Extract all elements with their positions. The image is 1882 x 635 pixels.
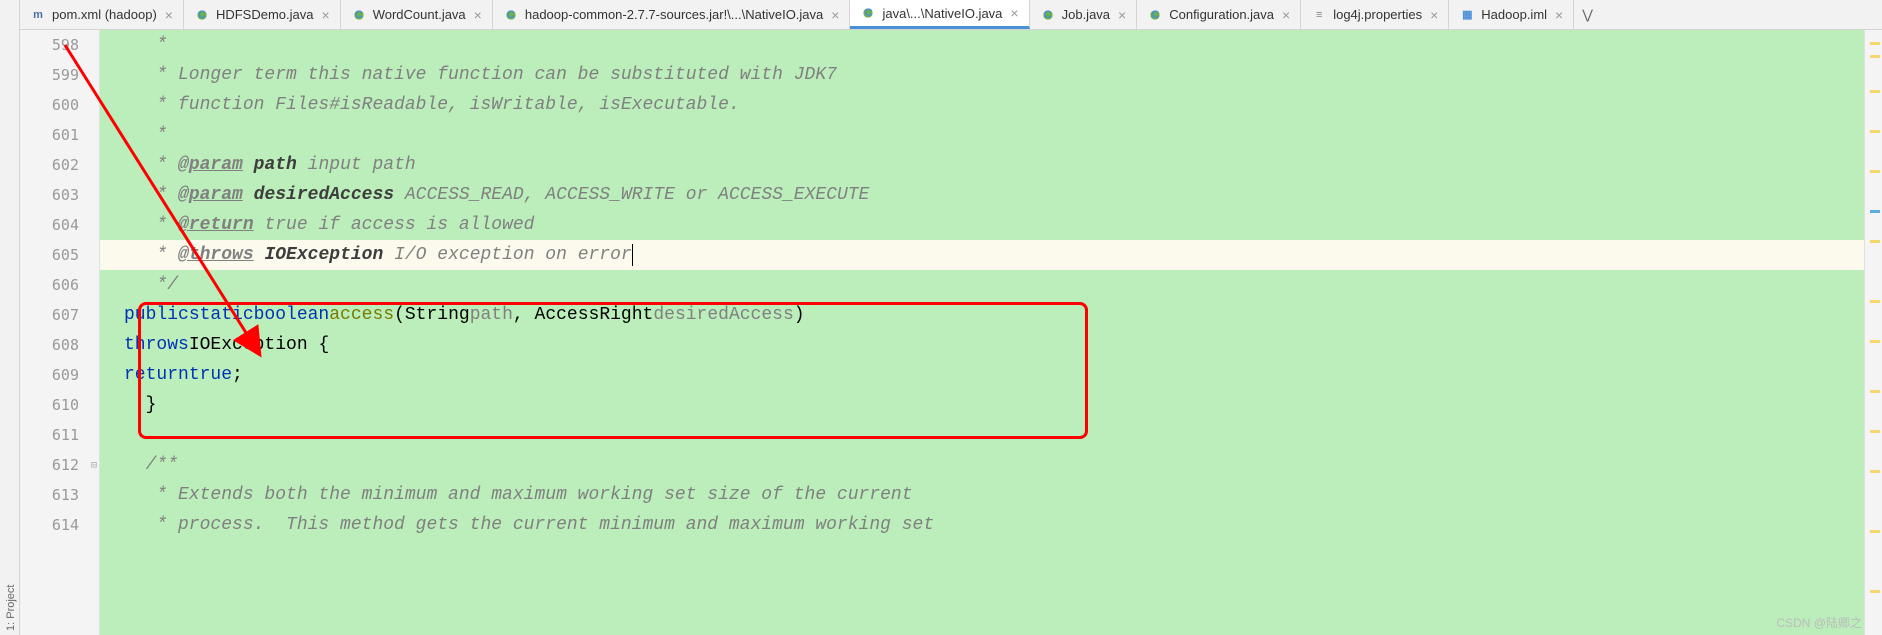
close-icon[interactable]: × [1010, 5, 1018, 21]
file-type-icon: ▦ [1459, 7, 1475, 23]
watermark: CSDN @陆卿之 [1776, 614, 1862, 631]
line-number[interactable]: 608 [20, 330, 99, 360]
line-number[interactable]: 604 [20, 210, 99, 240]
code-area[interactable]: * * Longer term this native function can… [100, 30, 1864, 635]
editor-tab[interactable]: C Job.java × [1030, 0, 1138, 29]
tab-label: java\...\NativeIO.java [882, 6, 1002, 21]
line-number[interactable]: 606 [20, 270, 99, 300]
scroll-marker[interactable] [1870, 42, 1880, 45]
editor-tab[interactable]: Chadoop-common-2.7.7-sources.jar!\...\Na… [493, 0, 851, 29]
code-line[interactable]: throws IOException { [100, 330, 1864, 360]
close-icon[interactable]: × [1430, 7, 1438, 23]
scroll-marker[interactable] [1870, 390, 1880, 393]
close-icon[interactable]: × [1118, 7, 1126, 23]
scroll-marker[interactable] [1870, 300, 1880, 303]
side-tool-structure[interactable]: 2: Structure [0, 10, 3, 635]
scroll-marker[interactable] [1870, 130, 1880, 133]
code-line[interactable]: * process. This method gets the current … [100, 510, 1864, 540]
close-icon[interactable]: × [831, 7, 839, 23]
code-line[interactable]: return true; [100, 360, 1864, 390]
side-tool-bar: 1: Project 2: Structure [0, 0, 20, 635]
scroll-marker-strip[interactable] [1864, 30, 1882, 635]
line-number[interactable]: 610 [20, 390, 99, 420]
editor-area: 5985996006016026036046056066076086096106… [20, 30, 1864, 635]
code-line[interactable]: * function Files#isReadable, isWritable,… [100, 90, 1864, 120]
file-type-icon: C [860, 5, 876, 21]
line-number[interactable]: 611 [20, 420, 99, 450]
tab-label: pom.xml (hadoop) [52, 7, 157, 22]
file-type-icon: C [503, 7, 519, 23]
code-line[interactable]: * [100, 120, 1864, 150]
fold-icon[interactable]: ⊟ [91, 460, 97, 471]
scroll-marker[interactable] [1870, 55, 1880, 58]
code-line[interactable]: } [100, 390, 1864, 420]
code-line[interactable]: * @return true if access is allowed [100, 210, 1864, 240]
tab-label: log4j.properties [1333, 7, 1422, 22]
code-line[interactable]: * @throws IOException I/O exception on e… [100, 240, 1864, 270]
line-number[interactable]: 609 [20, 360, 99, 390]
line-number-gutter: 5985996006016026036046056066076086096106… [20, 30, 100, 635]
file-type-icon: C [1147, 7, 1163, 23]
file-type-icon: m [30, 7, 46, 23]
tab-label: HDFSDemo.java [216, 7, 314, 22]
file-type-icon: ≡ [1311, 7, 1327, 23]
line-number[interactable]: 601 [20, 120, 99, 150]
line-number[interactable]: 602 [20, 150, 99, 180]
scroll-marker[interactable] [1870, 240, 1880, 243]
code-line[interactable]: /** [100, 450, 1864, 480]
tab-label: WordCount.java [373, 7, 466, 22]
code-line[interactable]: * [100, 30, 1864, 60]
code-line[interactable]: * Longer term this native function can b… [100, 60, 1864, 90]
close-icon[interactable]: × [474, 7, 482, 23]
line-number[interactable]: 607 [20, 300, 99, 330]
side-tool-project[interactable]: 1: Project [3, 10, 19, 635]
editor-tab[interactable]: C HDFSDemo.java × [184, 0, 341, 29]
close-icon[interactable]: × [165, 7, 173, 23]
code-line[interactable] [100, 420, 1864, 450]
line-number[interactable]: 613 [20, 480, 99, 510]
editor-tab[interactable]: C Configuration.java × [1137, 0, 1301, 29]
line-number[interactable]: 598 [20, 30, 99, 60]
file-type-icon: C [351, 7, 367, 23]
line-number[interactable]: 600 [20, 90, 99, 120]
tab-overflow-icon[interactable]: ⋁ [1574, 0, 1601, 29]
code-line[interactable]: * @param path input path [100, 150, 1864, 180]
code-line[interactable]: public static boolean access(String path… [100, 300, 1864, 330]
scroll-marker[interactable] [1870, 530, 1880, 533]
scroll-marker[interactable] [1870, 430, 1880, 433]
scroll-marker[interactable] [1870, 470, 1880, 473]
code-line[interactable]: * Extends both the minimum and maximum w… [100, 480, 1864, 510]
editor-tab[interactable]: C WordCount.java × [341, 0, 493, 29]
line-number[interactable]: 605 [20, 240, 99, 270]
line-number[interactable]: 614 [20, 510, 99, 540]
line-number[interactable]: 599 [20, 60, 99, 90]
file-type-icon: C [194, 7, 210, 23]
scroll-marker[interactable] [1870, 170, 1880, 173]
editor-tab[interactable]: Cjava\...\NativeIO.java × [850, 0, 1029, 29]
tab-label: Job.java [1062, 7, 1110, 22]
scroll-marker[interactable] [1870, 90, 1880, 93]
file-type-icon: C [1040, 7, 1056, 23]
tab-label: Configuration.java [1169, 7, 1274, 22]
code-line[interactable]: */ [100, 270, 1864, 300]
close-icon[interactable]: × [1282, 7, 1290, 23]
editor-tab[interactable]: m pom.xml (hadoop) × [20, 0, 184, 29]
editor-tab[interactable]: ≡ log4j.properties × [1301, 0, 1449, 29]
code-line[interactable]: * @param desiredAccess ACCESS_READ, ACCE… [100, 180, 1864, 210]
close-icon[interactable]: × [322, 7, 330, 23]
tab-label: hadoop-common-2.7.7-sources.jar!\...\Nat… [525, 7, 823, 22]
tab-label: Hadoop.iml [1481, 7, 1547, 22]
editor-tab[interactable]: ▦ Hadoop.iml × [1449, 0, 1574, 29]
scroll-marker[interactable] [1870, 590, 1880, 593]
close-icon[interactable]: × [1555, 7, 1563, 23]
scroll-marker[interactable] [1870, 210, 1880, 213]
line-number[interactable]: 603 [20, 180, 99, 210]
scroll-marker[interactable] [1870, 340, 1880, 343]
line-number[interactable]: 612⊟ [20, 450, 99, 480]
editor-tab-bar: m pom.xml (hadoop) × C HDFSDemo.java × C WordCo… [20, 0, 1882, 30]
